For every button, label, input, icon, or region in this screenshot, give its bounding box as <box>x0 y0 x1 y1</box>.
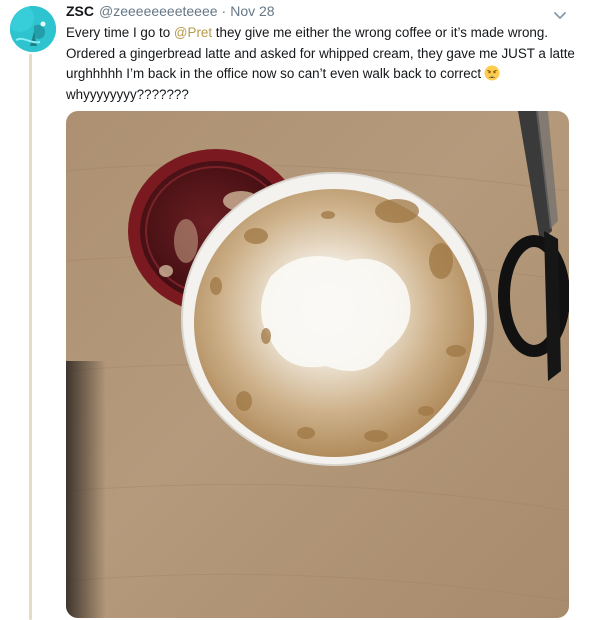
tweet-text-part1: Every time I go to <box>66 25 174 40</box>
weary-face-icon <box>484 65 500 81</box>
mention-link[interactable]: @Pret <box>174 25 212 40</box>
tweet-text: Every time I go to @Pret they give me ei… <box>66 23 582 105</box>
tweet-text-part3: whyyyyyyyy??????? <box>66 86 189 102</box>
thread-line <box>29 54 32 620</box>
avatar[interactable] <box>10 6 56 52</box>
coffee-photo-image <box>66 111 569 618</box>
tweet-timestamp[interactable]: Nov 28 <box>230 3 274 19</box>
tweet-header: ZSC @zeeeeeeeeteeee · Nov 28 <box>66 3 571 23</box>
tweet-photo[interactable] <box>66 111 569 618</box>
tweet-card[interactable]: ZSC @zeeeeeeeeteeee · Nov 28 Every time … <box>0 0 595 620</box>
header-separator: · <box>221 3 227 19</box>
author-name[interactable]: ZSC <box>66 3 94 19</box>
author-handle[interactable]: @zeeeeeeeeteeee <box>99 3 218 19</box>
avatar-image <box>10 6 56 52</box>
chevron-down-icon[interactable] <box>553 8 567 19</box>
